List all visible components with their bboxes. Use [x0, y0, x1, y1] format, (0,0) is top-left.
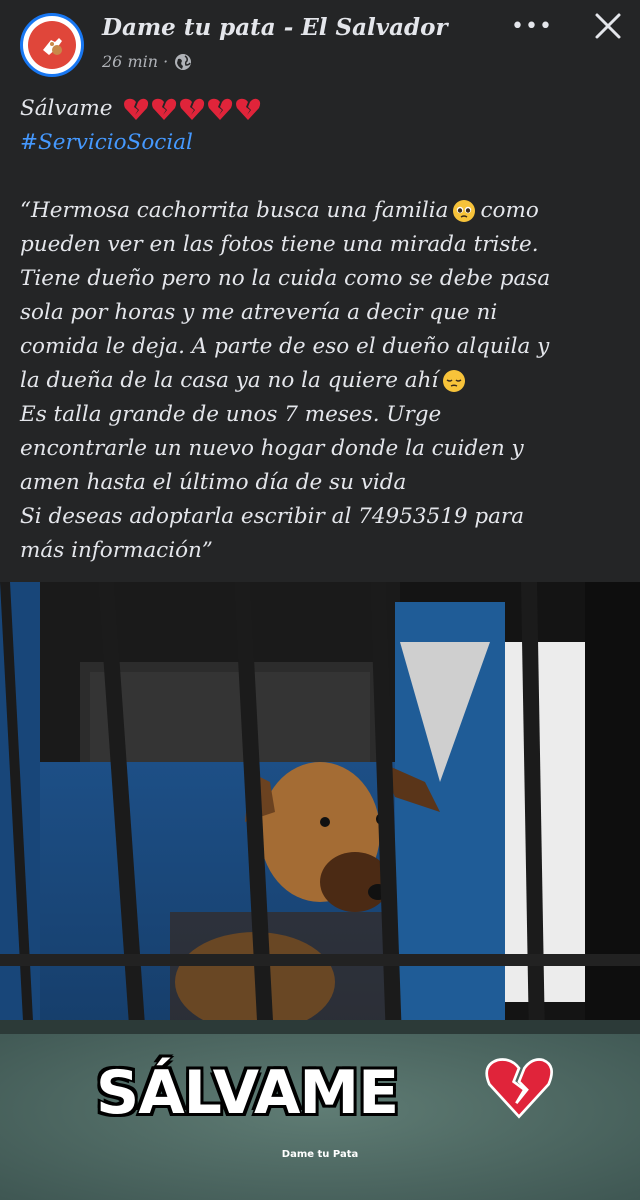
body-line: la dueña de la casa ya no la quiere ahí [20, 364, 630, 398]
pleading-face-icon [453, 200, 476, 222]
body-text: pueden ver en las fotos tiene una mirada… [20, 232, 539, 257]
body-text: comida le deja. A parte de eso el dueño … [20, 334, 550, 359]
body-line: amen hasta el último día de su vida [20, 466, 630, 500]
broken-heart-icon [235, 98, 260, 120]
body-text: sola por horas y me atrevería a decir qu… [20, 300, 498, 325]
body-text: encontrarle un nuevo hogar donde la cuid… [20, 436, 524, 461]
post-header: Dame tu pata - El Salvador 26 min · ••• [0, 0, 640, 90]
broken-heart-icon [123, 98, 148, 120]
body-text: Si deseas adoptarla escribir al 74953519… [20, 504, 525, 529]
body-line: Es talla grande de unos 7 meses. Urge [20, 398, 630, 432]
broken-heart-icon [485, 1058, 553, 1119]
body-text: amen hasta el último día de su vida [20, 470, 407, 495]
hashtag-line: #ServicioSocial [20, 126, 630, 160]
pensive-face-icon [443, 370, 466, 392]
hashtag-link[interactable]: #ServicioSocial [20, 126, 193, 160]
post-title-line: Sálvame [20, 92, 630, 126]
body-text: la dueña de la casa ya no la quiere ahí [20, 368, 439, 393]
post-timestamp[interactable]: 26 min · [102, 52, 192, 71]
close-button[interactable] [588, 4, 628, 48]
body-line: Si deseas adoptarla escribir al 74953519… [20, 500, 630, 534]
paw-hand-logo-icon [28, 21, 76, 69]
more-options-button[interactable]: ••• [510, 6, 554, 46]
page-name-link[interactable]: Dame tu pata - El Salvador [102, 14, 448, 41]
body-text: “Hermosa cachorrita busca una familia [20, 198, 449, 223]
body-line: encontrarle un nuevo hogar donde la cuid… [20, 432, 630, 466]
broken-heart-icon [207, 98, 232, 120]
overlay-title-text: SÁLVAME [94, 1057, 400, 1130]
body-text: Tiene dueño pero no la cuida como se deb… [20, 266, 551, 291]
post-body: Sálvame #ServicioSocial “Hermosa cachorr… [20, 92, 630, 568]
body-line: comida le deja. A parte de eso el dueño … [20, 330, 630, 364]
broken-heart-icon [179, 98, 204, 120]
page-avatar[interactable] [20, 13, 84, 77]
image-watermark: Dame tu Pata [281, 1149, 359, 1160]
close-icon [595, 13, 621, 39]
globe-icon [175, 53, 192, 70]
body-line: Tiene dueño pero no la cuida como se deb… [20, 262, 630, 296]
post-title: Sálvame [20, 96, 113, 121]
body-text: como [480, 198, 539, 223]
body-text: más información” [20, 538, 213, 563]
body-line: pueden ver en las fotos tiene una mirada… [20, 228, 630, 262]
broken-heart-icon [151, 98, 176, 120]
body-text: Es talla grande de unos 7 meses. Urge [20, 402, 442, 427]
body-line: sola por horas y me atrevería a decir qu… [20, 296, 630, 330]
body-line: más información” [20, 534, 630, 568]
body-line: “Hermosa cachorrita busca una familia co… [20, 194, 630, 228]
post-time-text: 26 min · [102, 52, 169, 71]
